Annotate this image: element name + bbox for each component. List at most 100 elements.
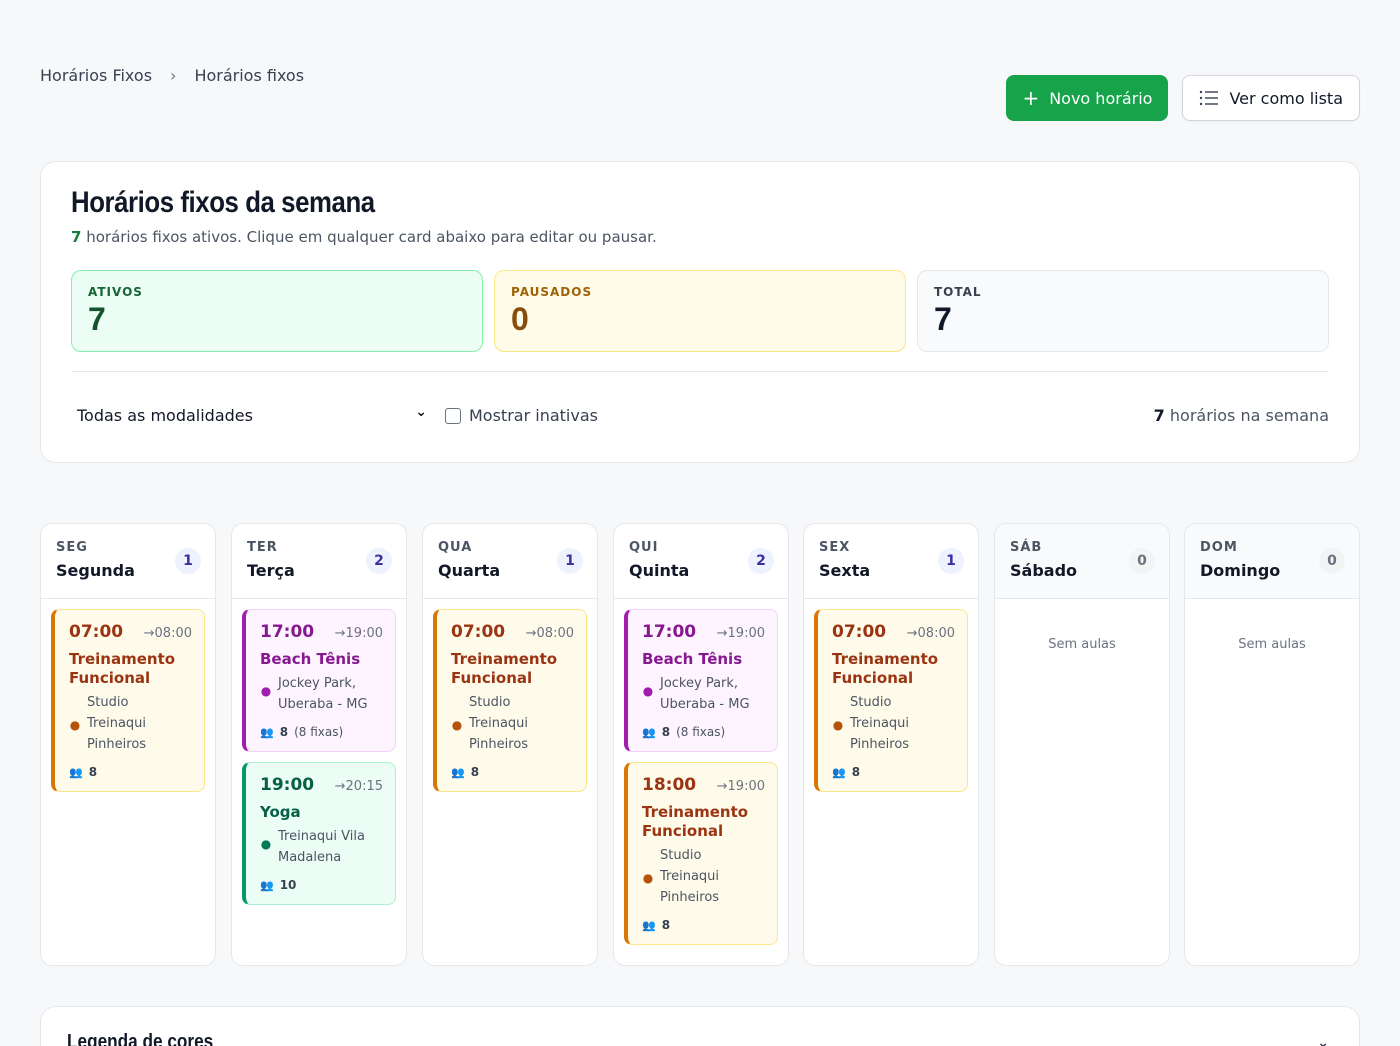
class-attendees: 👥 8 [642, 918, 671, 932]
plus-icon: + [1022, 86, 1040, 110]
day-column-qua: QUA Quarta 1 07:00 →08:00 Treinamento Func… [422, 523, 598, 966]
map-pin-icon: ● [832, 718, 844, 732]
new-schedule-label: Novo horário [1049, 88, 1153, 108]
day-header: TER Terça 2 [232, 524, 406, 599]
day-column-qui: QUI Quinta 2 17:00 →19:00 Beach Tênis ● J… [613, 523, 789, 966]
class-end: →19:00 [334, 626, 383, 641]
day-column-seg: SEG Segunda 1 07:00 →08:00 Treinamento Fun… [40, 523, 216, 966]
page-title: Horários fixos da semana [71, 186, 375, 219]
day-column-dom: DOM Domingo 0 Sem aulas [1184, 523, 1360, 966]
class-location: ● Jockey Park, Uberaba - MG [260, 673, 383, 715]
users-icon: 👥 [642, 918, 656, 932]
day-count-badge: 1 [175, 548, 201, 574]
class-location-detail: ● Treinaqui Pinheiros [451, 713, 574, 755]
map-pin-icon [832, 692, 844, 713]
stat-total-label: TOTAL [934, 285, 982, 299]
day-column-sex: SEX Sexta 1 07:00 →08:00 Treinamento Funci… [803, 523, 979, 966]
class-location: ● Treinaqui Vila Madalena [260, 826, 383, 868]
class-title: Treinamento Funcional [642, 803, 749, 840]
summary-subtitle: 7 horários fixos ativos. Clique em qualq… [71, 228, 657, 246]
map-pin-icon [451, 692, 463, 713]
day-count-badge: 2 [366, 548, 392, 574]
stat-paused: PAUSADOS 0 [494, 270, 906, 352]
class-location-detail: ● Treinaqui Pinheiros [642, 866, 765, 908]
day-count-badge: 1 [557, 548, 583, 574]
stat-active: ATIVOS 7 [71, 270, 483, 352]
class-title: Treinamento Funcional [451, 650, 558, 687]
show-inactive-toggle[interactable]: Mostrar inativas [445, 406, 598, 425]
empty-day-message: Sem aulas [1238, 637, 1306, 652]
day-header: DOM Domingo 0 [1185, 524, 1359, 599]
class-title: Beach Tênis [260, 650, 361, 668]
users-icon: 👥 [260, 725, 274, 739]
class-card[interactable]: 19:00 →20:15 Yoga ● Treinaqui Vila Madalen… [242, 762, 396, 905]
modality-select[interactable]: Todas as modalidades ⌄ [77, 404, 427, 425]
day-column-sab: SÁB Sábado 0 Sem aulas [994, 523, 1170, 966]
chevron-right-icon: › [170, 66, 177, 85]
modality-select-value: Todas as modalidades [77, 406, 253, 425]
class-end: →19:00 [716, 626, 765, 641]
class-card[interactable]: 07:00 →08:00 Treinamento Funcional Studio … [433, 609, 587, 792]
class-card[interactable]: 18:00 →19:00 Treinamento Funcional Studio … [624, 762, 778, 945]
class-start: 17:00 [642, 622, 697, 642]
map-pin-icon: ● [642, 871, 654, 885]
class-location-detail: ● Treinaqui Pinheiros [832, 713, 955, 755]
week-grid: SEG Segunda 1 07:00 →08:00 Treinamento Fun… [40, 523, 1360, 966]
show-inactive-label: Mostrar inativas [469, 406, 598, 425]
class-title: Beach Tênis [642, 650, 743, 668]
users-icon: 👥 [451, 765, 465, 779]
stat-paused-label: PAUSADOS [511, 285, 593, 299]
class-attendees: 👥 8 [69, 765, 98, 779]
subtitle-text: horários fixos ativos. Clique em qualque… [86, 228, 657, 246]
day-count-badge: 0 [1129, 548, 1155, 574]
week-count-number: 7 [1153, 406, 1165, 425]
class-attendees: 👥 8 [832, 765, 861, 779]
color-legend-panel[interactable]: Legenda de cores ⌄ [40, 1006, 1360, 1046]
class-attendees: 👥 8 (8 fixas) [260, 725, 344, 739]
class-end: →08:00 [525, 626, 574, 641]
class-location: ● Jockey Park, Uberaba - MG [642, 673, 765, 715]
class-start: 17:00 [260, 622, 315, 642]
day-count-badge: 1 [938, 548, 964, 574]
show-inactive-checkbox[interactable] [445, 407, 461, 424]
users-icon: 👥 [642, 725, 656, 739]
day-header: SEX Sexta 1 [804, 524, 978, 599]
chevron-down-icon: ⌄ [415, 404, 427, 420]
day-header: QUI Quinta 2 [614, 524, 788, 599]
class-end: →08:00 [906, 626, 955, 641]
day-header: QUA Quarta 1 [423, 524, 597, 599]
map-pin-icon: ● [69, 718, 81, 732]
users-icon: 👥 [260, 878, 274, 892]
class-attendees: 👥 8 (8 fixas) [642, 725, 726, 739]
day-header: SÁB Sábado 0 [995, 524, 1169, 599]
chevron-down-icon[interactable]: ⌄ [1317, 1035, 1329, 1046]
class-start: 07:00 [69, 622, 124, 642]
weekly-summary-panel: Horários fixos da semana 7 horários fixo… [40, 161, 1360, 463]
filters-bar: Todas as modalidades ⌄ Mostrar inativas … [71, 371, 1329, 441]
view-as-list-button[interactable]: Ver como lista [1182, 75, 1360, 121]
empty-day-message: Sem aulas [1048, 637, 1116, 652]
class-start: 19:00 [260, 775, 315, 795]
stat-active-value: 7 [88, 301, 106, 337]
class-card[interactable]: 17:00 →19:00 Beach Tênis ● Jockey Park, Ub… [242, 609, 396, 752]
week-count-text: horários na semana [1169, 406, 1329, 425]
stat-paused-value: 0 [511, 301, 529, 337]
class-attendees: 👥 10 [260, 878, 297, 892]
class-card[interactable]: 07:00 →08:00 Treinamento Funcional Studio … [51, 609, 205, 792]
map-pin-icon [69, 692, 81, 713]
class-location: Studio [642, 845, 765, 866]
day-count-badge: 2 [748, 548, 774, 574]
legend-title: Legenda de cores [67, 1031, 214, 1046]
class-card[interactable]: 07:00 →08:00 Treinamento Funcional Studio … [814, 609, 968, 792]
new-schedule-button[interactable]: + Novo horário [1006, 75, 1169, 121]
class-start: 07:00 [451, 622, 506, 642]
map-pin-icon: ● [642, 684, 654, 698]
day-header: SEG Segunda 1 [41, 524, 215, 599]
class-start: 07:00 [832, 622, 887, 642]
class-start: 18:00 [642, 775, 697, 795]
class-card[interactable]: 17:00 →19:00 Beach Tênis ● Jockey Park, Ub… [624, 609, 778, 752]
list-icon [1200, 90, 1219, 106]
week-count: 7 horários na semana [1154, 406, 1329, 425]
breadcrumb-root[interactable]: Horários Fixos [40, 66, 152, 85]
map-pin-icon: ● [260, 684, 272, 698]
